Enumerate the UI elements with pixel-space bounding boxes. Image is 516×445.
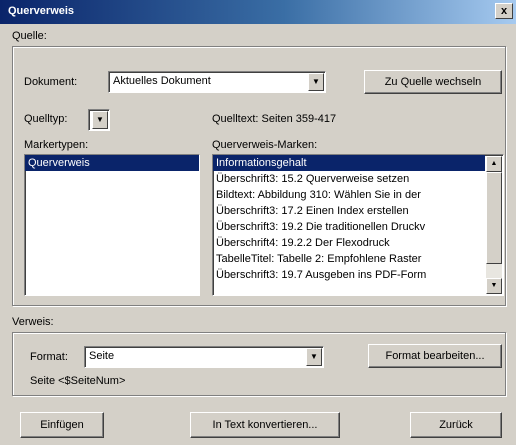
reference-group-label: Verweis:	[12, 316, 54, 328]
list-item[interactable]: Bildtext: Abbildung 310: Wählen Sie in d…	[213, 187, 485, 203]
scroll-down-icon[interactable]: ▼	[486, 278, 502, 294]
chevron-down-icon[interactable]: ▼	[308, 73, 324, 91]
list-item[interactable]: Querverweis	[25, 155, 199, 171]
document-label: Dokument:	[24, 76, 78, 88]
chevron-down-icon[interactable]: ▼	[92, 111, 108, 129]
format-preview: Seite <$SeiteNum>	[30, 375, 126, 387]
list-item[interactable]: TabelleTitel: Tabelle 2: Empfohlene Rast…	[213, 251, 485, 267]
list-item[interactable]: Überschrift3: 19.7 Ausgeben ins PDF-Form	[213, 267, 485, 283]
scroll-thumb[interactable]	[486, 172, 502, 264]
source-type-dropdown[interactable]: ▼	[88, 109, 110, 131]
list-item[interactable]: Informationsgehalt	[213, 155, 485, 171]
document-dropdown-value: Aktuelles Dokument	[113, 75, 211, 87]
title-bar: Querverweis x	[0, 0, 516, 24]
source-type-label: Quelltyp:	[24, 113, 68, 125]
format-dropdown[interactable]: Seite ▼	[84, 346, 324, 368]
close-button[interactable]: x	[495, 3, 513, 19]
markers-list[interactable]: Informationsgehalt Überschrift3: 15.2 Que…	[212, 154, 504, 296]
format-dropdown-value: Seite	[89, 350, 115, 362]
edit-format-button[interactable]: Format bearbeiten...	[368, 344, 502, 368]
marker-types-list[interactable]: Querverweis	[24, 154, 200, 296]
back-button[interactable]: Zurück	[410, 412, 502, 438]
format-label: Format:	[30, 351, 68, 363]
list-item[interactable]: Überschrift3: 17.2 Einen Index erstellen	[213, 203, 485, 219]
document-dropdown[interactable]: Aktuelles Dokument ▼	[108, 71, 326, 93]
goto-source-button[interactable]: Zu Quelle wechseln	[364, 70, 502, 94]
source-group-label: Quelle:	[12, 30, 47, 42]
insert-button[interactable]: Einfügen	[20, 412, 104, 438]
window-title: Querverweis	[8, 5, 75, 17]
markers-label: Querverweis-Marken:	[212, 139, 318, 151]
list-item[interactable]: Überschrift3: 15.2 Querverweise setzen	[213, 171, 485, 187]
list-item[interactable]: Überschrift4: 19.2.2 Der Flexodruck	[213, 235, 485, 251]
scroll-up-icon[interactable]: ▲	[486, 156, 502, 172]
source-text: Quelltext: Seiten 359-417	[212, 113, 337, 125]
marker-types-label: Markertypen:	[24, 139, 89, 151]
chevron-down-icon[interactable]: ▼	[306, 348, 322, 366]
markers-scrollbar[interactable]: ▲ ▼	[486, 156, 502, 294]
convert-to-text-button[interactable]: In Text konvertieren...	[190, 412, 340, 438]
list-item[interactable]: Überschrift3: 19.2 Die traditionellen Dr…	[213, 219, 485, 235]
